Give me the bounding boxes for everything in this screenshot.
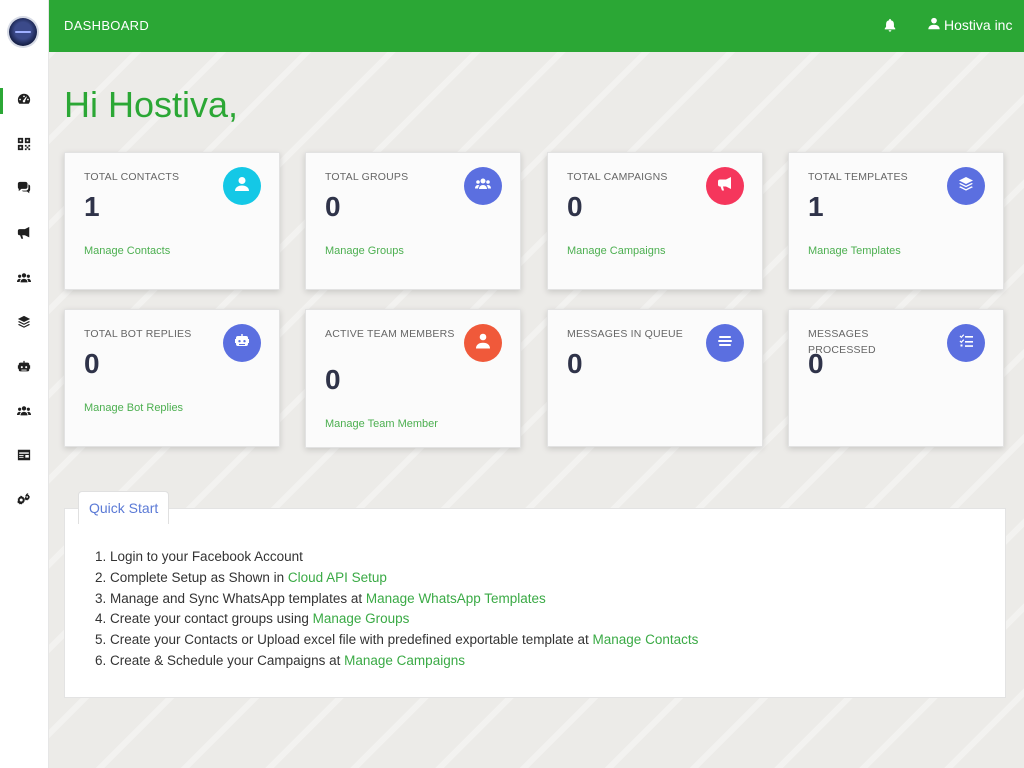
card-icon-badge [947,167,985,205]
card-label: TOTAL GROUPS [325,171,409,183]
comments-icon [17,181,31,200]
queue-icon [717,333,733,354]
card-value: 0 [84,348,100,379]
sidebar-item-billing[interactable] [0,440,48,474]
manage-groups-link[interactable]: Manage Groups [313,611,410,626]
card-icon-badge [464,167,502,205]
manage-contacts-link[interactable]: Manage Contacts [593,632,699,647]
card-label: MESSAGES IN QUEUE [567,328,684,340]
id-card-icon [17,448,31,467]
card-total-templates: TOTAL TEMPLATES 1 Manage Templates [788,152,1004,290]
card-total-bot-replies: TOTAL BOT REPLIES 0 Manage Bot Replies [64,309,280,447]
manage-groups-link[interactable]: Manage Groups [325,245,404,257]
card-value: 0 [325,364,341,395]
user-icon [928,17,944,33]
megaphone-icon [17,226,31,245]
users-icon [17,271,31,290]
app-logo[interactable] [9,18,37,46]
card-icon-badge [223,167,261,205]
manage-templates-link[interactable]: Manage Templates [808,245,901,257]
manage-campaigns-link[interactable]: Manage Campaigns [567,245,665,257]
card-total-campaigns: TOTAL CAMPAIGNS 0 Manage Campaigns [547,152,763,290]
card-value: 0 [325,191,341,222]
card-label: TOTAL TEMPLATES [808,171,908,183]
megaphone-icon [717,176,733,197]
robot-icon [17,360,31,379]
user-name: Hostiva inc [944,17,1013,33]
quick-start-panel: 1. Login to your Facebook Account 2. Com… [64,508,1006,698]
card-icon-badge [706,324,744,362]
quick-start-step: 4. Create your contact groups using Mana… [95,611,410,627]
cloud-api-setup-link[interactable]: Cloud API Setup [288,570,387,585]
robot-icon [234,333,250,354]
sidebar-item-chats[interactable] [0,173,48,207]
card-icon-badge [947,324,985,362]
card-icon-badge [706,167,744,205]
manage-bot-replies-link[interactable]: Manage Bot Replies [84,402,183,414]
card-label: ACTIVE TEAM MEMBERS [325,328,455,340]
sidebar-item-templates[interactable] [0,307,48,341]
top-navbar: DASHBOARD Hostiva inc [48,0,1024,52]
users-icon [475,176,491,197]
quick-start-step: 3. Manage and Sync WhatsApp templates at… [95,590,546,606]
layers-icon [958,176,974,197]
quick-start-step: 5. Create your Contacts or Upload excel … [95,632,699,648]
notification-button[interactable] [883,18,897,32]
card-value: 1 [808,191,824,222]
sidebar-item-campaigns[interactable] [0,218,48,252]
qrcode-icon [17,137,31,156]
greeting-heading: Hi Hostiva, [64,84,239,125]
sidebar [0,0,49,768]
page-title: DASHBOARD [64,18,150,33]
card-icon-badge [223,324,261,362]
sidebar-item-qr[interactable] [0,129,48,163]
card-messages-processed: MESSAGES PROCESSED 0 [788,309,1004,447]
card-total-contacts: TOTAL CONTACTS 1 Manage Contacts [64,152,280,290]
user-menu[interactable]: Hostiva inc [928,17,1012,33]
card-value: 1 [84,191,100,222]
card-label: TOTAL BOT REPLIES [84,328,192,340]
manage-whatsapp-templates-link[interactable]: Manage WhatsApp Templates [366,591,546,606]
user-icon [234,176,250,197]
quick-start-step: 2. Complete Setup as Shown in Cloud API … [95,569,387,585]
manage-campaigns-link[interactable]: Manage Campaigns [344,653,465,668]
quick-start-tab[interactable]: Quick Start [78,491,170,524]
card-active-team-members: ACTIVE TEAM MEMBERS 0 Manage Team Member [305,309,521,448]
quick-start-steps: 1. Login to your Facebook Account 2. Com… [95,547,698,672]
card-total-groups: TOTAL GROUPS 0 Manage Groups [305,152,521,290]
card-value: 0 [567,191,583,222]
sidebar-item-team[interactable] [0,396,48,430]
sidebar-item-dashboard[interactable] [0,84,48,118]
speedometer-icon [17,92,31,111]
card-label: TOTAL CONTACTS [84,171,180,183]
quick-start-step: 6. Create & Schedule your Campaigns at M… [95,652,465,668]
team-member-icon [475,333,491,354]
card-messages-in-queue: MESSAGES IN QUEUE 0 [547,309,763,447]
sidebar-item-groups[interactable] [0,263,48,297]
card-value: 0 [567,348,583,379]
card-label: MESSAGES PROCESSED [808,328,876,356]
sidebar-item-bot[interactable] [0,352,48,386]
bell-icon [883,18,897,36]
quick-start-step: 1. Login to your Facebook Account [95,549,303,564]
team-icon [17,404,31,423]
card-value: 0 [808,348,824,379]
card-icon-badge [464,324,502,362]
sidebar-item-settings[interactable] [0,485,48,519]
checklist-icon [958,333,974,354]
layers-icon [17,315,31,334]
card-label: TOTAL CAMPAIGNS [567,171,668,183]
manage-contacts-link[interactable]: Manage Contacts [84,245,170,257]
gears-icon [17,492,31,512]
manage-team-member-link[interactable]: Manage Team Member [325,418,438,430]
